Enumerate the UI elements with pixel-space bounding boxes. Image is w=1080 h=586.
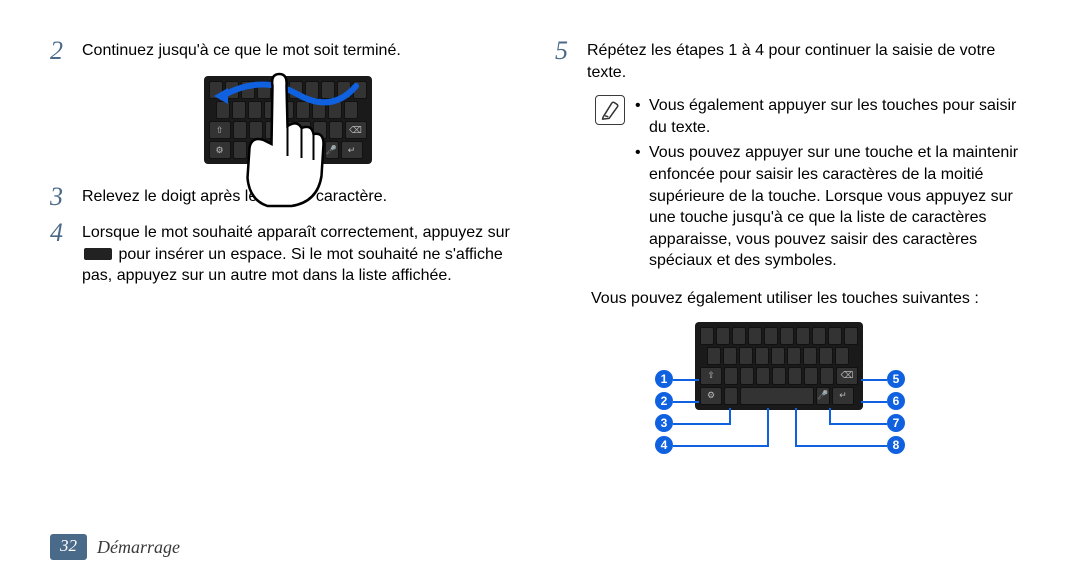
callout-8: 8 — [887, 436, 905, 454]
section-title: Démarrage — [97, 537, 180, 558]
note-item: • Vous pouvez appuyer sur une touche et … — [635, 142, 1030, 272]
callout-3: 3 — [655, 414, 673, 432]
step-text-part-b: pour insérer un espace. Si le mot souhai… — [82, 246, 503, 285]
callout-2: 2 — [655, 392, 673, 410]
step-text: Relevez le doigt après le dernier caract… — [78, 186, 387, 208]
page-footer: 32 Démarrage — [50, 534, 180, 560]
mode-key: ⚙ — [700, 387, 722, 405]
step-number: 2 — [50, 38, 78, 64]
step-number: 5 — [555, 38, 583, 64]
note-text: Vous également appuyer sur les touches p… — [649, 95, 1030, 138]
step-text: Répétez les étapes 1 à 4 pour continuer … — [583, 40, 1030, 83]
callout-4: 4 — [655, 436, 673, 454]
step-number: 3 — [50, 184, 78, 210]
enter-key: ↵ — [832, 387, 854, 405]
shift-key: ⇧ — [209, 121, 231, 139]
mic-key: 🎤 — [325, 141, 339, 159]
step-5: 5 Répétez les étapes 1 à 4 pour continue… — [555, 40, 1030, 83]
note-block: • Vous également appuyer sur les touches… — [595, 95, 1030, 276]
page-number: 32 — [50, 534, 87, 560]
right-column: 5 Répétez les étapes 1 à 4 pour continue… — [555, 40, 1030, 556]
callout-5: 5 — [887, 370, 905, 388]
step-number: 4 — [50, 220, 78, 246]
mode-key: ⚙ — [209, 141, 231, 159]
left-column: 2 Continuez jusqu'à ce que le mot soit t… — [50, 40, 525, 556]
callout-keyboard-figure: ⇧ ⌫ ⚙ 🎤↵ 1 2 3 4 5 6 7 — [645, 322, 945, 502]
callout-7: 7 — [887, 414, 905, 432]
shift-key: ⇧ — [700, 367, 722, 385]
note-item: • Vous également appuyer sur les touches… — [635, 95, 1030, 138]
step-4: 4 Lorsque le mot souhaité apparaît corre… — [50, 222, 525, 287]
swipe-arrow — [202, 68, 372, 118]
step-text: Lorsque le mot souhaité apparaît correct… — [78, 222, 525, 287]
step-2: 2 Continuez jusqu'à ce que le mot soit t… — [50, 40, 525, 64]
callout-6: 6 — [887, 392, 905, 410]
backspace-key: ⌫ — [836, 367, 858, 385]
space-key — [249, 141, 323, 159]
callout-1: 1 — [655, 370, 673, 388]
spacebar-icon — [84, 248, 112, 260]
onscreen-keyboard-callout: ⇧ ⌫ ⚙ 🎤↵ — [695, 322, 863, 410]
following-paragraph: Vous pouvez également utiliser les touch… — [591, 290, 1030, 308]
onscreen-keyboard: ⇧ ⌫ ⚙ 🎤↵ — [204, 76, 372, 164]
mic-key: 🎤 — [816, 387, 830, 405]
step-3: 3 Relevez le doigt après le dernier cara… — [50, 186, 525, 210]
note-icon — [595, 95, 625, 125]
swipe-keyboard-figure: ⇧ ⌫ ⚙ 🎤↵ — [50, 76, 525, 164]
enter-key: ↵ — [341, 141, 363, 159]
bullet-dot: • — [635, 142, 649, 272]
space-key — [740, 387, 814, 405]
step-text: Continuez jusqu'à ce que le mot soit ter… — [78, 40, 401, 62]
step-text-part-a: Lorsque le mot souhaité apparaît correct… — [82, 224, 510, 241]
manual-page: 2 Continuez jusqu'à ce que le mot soit t… — [0, 0, 1080, 586]
note-text: Vous pouvez appuyer sur une touche et la… — [649, 142, 1030, 272]
bullet-dot: • — [635, 95, 649, 138]
backspace-key: ⌫ — [345, 121, 367, 139]
note-list: • Vous également appuyer sur les touches… — [635, 95, 1030, 276]
